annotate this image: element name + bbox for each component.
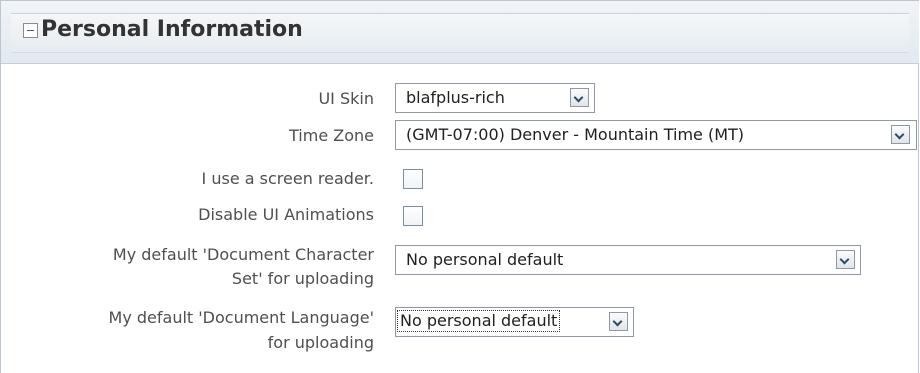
disable-animations-checkbox[interactable]: [403, 206, 423, 226]
personal-information-panel: Personal Information UI Skin blafplus-ri…: [0, 0, 919, 373]
screen-reader-checkbox[interactable]: [403, 169, 423, 189]
section-title: Personal Information: [41, 17, 303, 42]
doc-charset-label-line1: My default 'Document Character: [112, 245, 374, 264]
chevron-down-icon[interactable]: [891, 125, 910, 144]
doc-charset-value: No personal default: [406, 250, 564, 269]
ui-skin-select[interactable]: blafplus-rich: [395, 83, 595, 113]
doc-language-select[interactable]: No personal default: [395, 307, 634, 337]
disable-animations-label: Disable UI Animations: [198, 205, 374, 224]
doc-language-label-line1: My default 'Document Language': [108, 308, 374, 327]
time-zone-select[interactable]: (GMT-07:00) Denver - Mountain Time (MT): [395, 120, 917, 150]
time-zone-value: (GMT-07:00) Denver - Mountain Time (MT): [406, 125, 745, 144]
doc-language-label-line2: for uploading: [267, 333, 374, 352]
doc-language-value: No personal default: [396, 310, 561, 332]
ui-skin-value: blafplus-rich: [406, 88, 505, 107]
doc-charset-select[interactable]: No personal default: [395, 245, 861, 275]
chevron-down-icon[interactable]: [570, 88, 589, 107]
time-zone-label: Time Zone: [289, 126, 374, 145]
chevron-down-icon[interactable]: [609, 312, 628, 331]
chevron-down-icon[interactable]: [836, 250, 855, 269]
doc-charset-label-line2: Set' for uploading: [231, 269, 374, 288]
screen-reader-label: I use a screen reader.: [201, 169, 374, 188]
ui-skin-label: UI Skin: [318, 89, 374, 108]
collapse-minus-icon[interactable]: [23, 23, 38, 38]
